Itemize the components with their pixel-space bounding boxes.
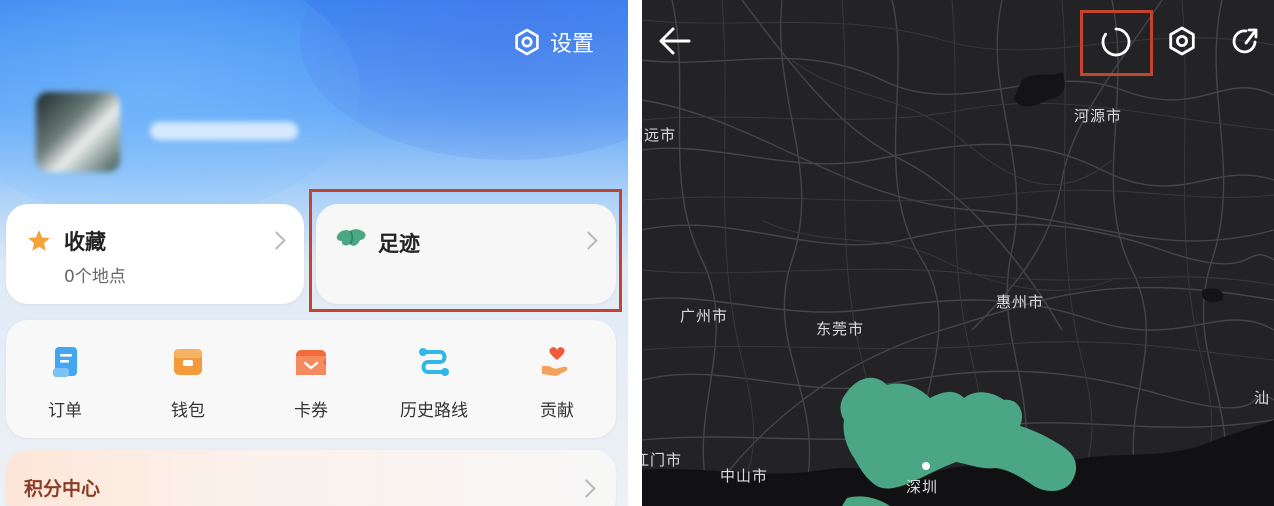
order-icon: [53, 347, 77, 377]
share-icon[interactable]: [1230, 25, 1262, 57]
wallet-icon: [174, 349, 202, 375]
city-label: 远市: [644, 126, 677, 144]
screenshot-divider: [628, 0, 642, 506]
chevron-right-icon: [267, 231, 286, 250]
settings-button[interactable]: 设置: [512, 26, 594, 58]
favorites-card[interactable]: 收藏 0个地点: [6, 204, 304, 304]
menu-label: 订单: [48, 401, 82, 421]
menu-label: 历史路线: [400, 401, 468, 421]
dark-map[interactable]: [642, 0, 1274, 506]
city-label: 深圳: [906, 478, 939, 496]
points-center-title: 积分中心: [24, 478, 101, 500]
highlight-box: [309, 189, 622, 312]
menu-label: 卡券: [294, 401, 328, 421]
service-menu: 订单 钱包 卡券 历史路线 贡献: [6, 320, 616, 438]
highlight-box: [1080, 10, 1153, 76]
menu-item-contribute[interactable]: 贡献: [502, 344, 612, 421]
background-glow: [300, 0, 628, 160]
menu-item-order[interactable]: 订单: [10, 344, 120, 421]
city-label: 东莞市: [816, 320, 865, 338]
hexagon-gear-icon: [515, 28, 539, 56]
city-label: 广州市: [680, 307, 729, 325]
favorites-count: 0个地点: [64, 267, 126, 287]
footprint-map-screen: 河源市 远市 广州市 东莞市 惠州市 江门市 中山市 深圳 汕: [642, 0, 1274, 506]
city-label: 汕: [1254, 389, 1271, 407]
menu-label: 钱包: [171, 401, 205, 421]
city-label: 河源市: [1074, 107, 1123, 125]
menu-item-route-history[interactable]: 历史路线: [379, 344, 489, 421]
avatar[interactable]: [36, 92, 120, 172]
menu-item-wallet[interactable]: 钱包: [133, 344, 243, 421]
back-arrow-icon[interactable]: [658, 26, 692, 56]
hexagon-gear-icon[interactable]: [1166, 25, 1198, 57]
my-profile-panel: 设置 收藏 0个地点 足迹 订单 钱包 卡券 历史路线 贡献 积分中心: [0, 0, 628, 506]
city-label: 中山市: [720, 467, 769, 485]
route-history-icon: [419, 348, 449, 376]
star-icon: [28, 230, 50, 251]
menu-item-coupon[interactable]: 卡券: [256, 344, 366, 421]
coupon-icon: [296, 350, 326, 375]
contribute-icon: [542, 347, 568, 376]
favorites-title: 收藏: [64, 230, 106, 254]
city-label: 惠州市: [996, 293, 1045, 311]
menu-label: 贡献: [540, 401, 574, 421]
city-label: 江门市: [642, 451, 683, 469]
username-blurred: [150, 122, 298, 140]
points-center-card[interactable]: 积分中心: [6, 450, 616, 506]
settings-label: 设置: [550, 32, 595, 57]
chevron-right-icon: [577, 479, 596, 498]
